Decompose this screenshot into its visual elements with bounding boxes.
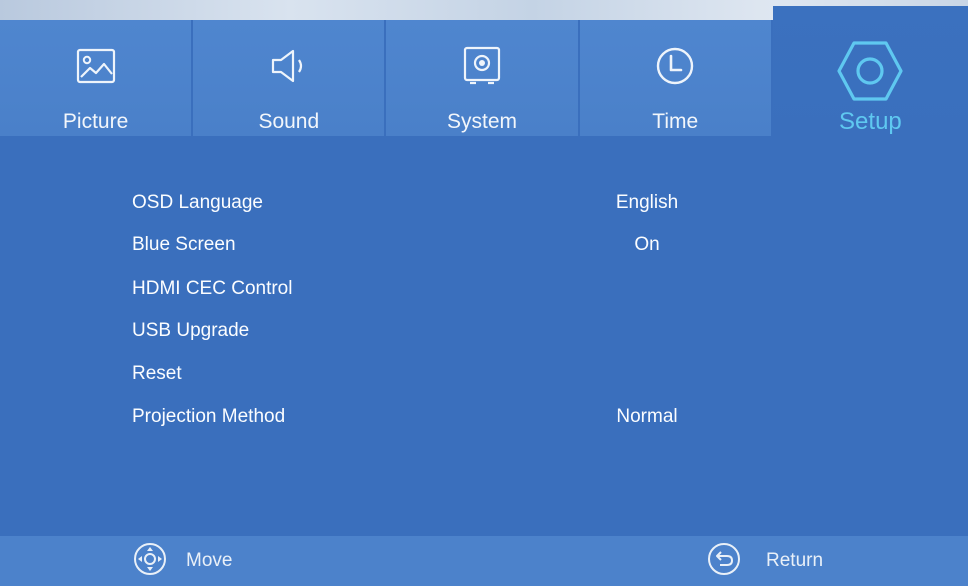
clock-icon <box>649 40 701 92</box>
tab-setup[interactable]: Setup <box>772 6 968 136</box>
return-hint-label: Return <box>766 550 824 571</box>
picture-icon <box>70 40 122 92</box>
dpad-icon <box>132 541 168 582</box>
hexagon-settings-icon <box>835 36 905 106</box>
menu-item-value: On <box>634 234 660 255</box>
footer-hint-bar: Move Return <box>0 536 968 586</box>
menu-item-label: OSD Language <box>132 192 263 213</box>
menu-item-label: USB Upgrade <box>132 320 250 341</box>
menu-item-usb-upgrade[interactable]: USB Upgrade <box>120 311 840 351</box>
tab-system-label: System <box>447 110 518 133</box>
tab-setup-label: Setup <box>839 108 902 135</box>
system-icon <box>456 40 508 92</box>
tab-sound[interactable]: Sound <box>193 20 385 136</box>
return-icon <box>706 541 742 582</box>
move-hint: Move <box>132 536 232 586</box>
menu-tabs: Picture Sound System Time Setup <box>0 6 968 136</box>
menu-item-projection-method[interactable]: Projection Method Normal <box>120 397 840 437</box>
tab-sound-label: Sound <box>258 110 320 133</box>
menu-item-hdmi-cec-control[interactable]: HDMI CEC Control <box>120 269 840 309</box>
menu-item-label: Projection Method <box>132 406 286 427</box>
speaker-icon <box>263 40 315 92</box>
return-hint: Return <box>706 536 823 586</box>
tab-picture-label: Picture <box>62 110 129 133</box>
menu-item-label: Reset <box>132 363 182 384</box>
menu-item-value: Normal <box>616 406 678 427</box>
menu-item-label: HDMI CEC Control <box>132 278 293 299</box>
tab-time-label: Time <box>652 110 699 133</box>
menu-item-blue-screen[interactable]: Blue Screen On <box>120 225 840 265</box>
menu-item-value: English <box>615 192 679 213</box>
setup-menu: OSD Language English Blue Screen On HDMI… <box>0 136 968 536</box>
menu-item-osd-language[interactable]: OSD Language English <box>120 183 840 223</box>
tab-picture[interactable]: Picture <box>0 20 192 136</box>
move-hint-label: Move <box>186 550 233 571</box>
menu-item-reset[interactable]: Reset <box>120 354 840 394</box>
menu-item-label: Blue Screen <box>132 234 236 255</box>
tab-time[interactable]: Time <box>579 20 771 136</box>
tab-system[interactable]: System <box>386 20 578 136</box>
